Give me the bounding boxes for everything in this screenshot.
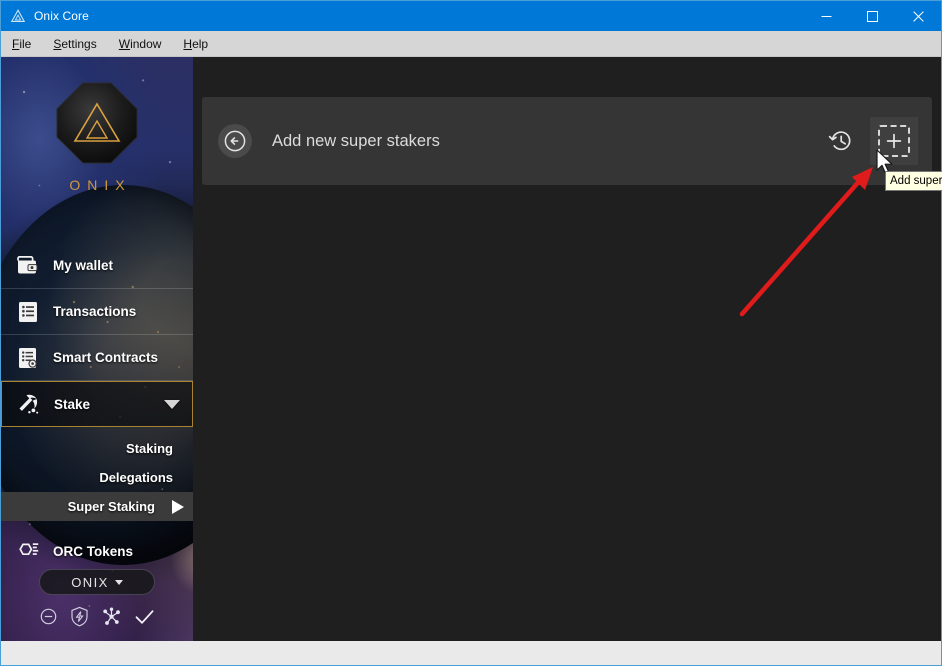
title-bar: Onix Core [1, 1, 941, 31]
synced-check-icon[interactable] [134, 608, 155, 626]
page-title: Add new super stakers [272, 131, 440, 150]
sidebar-subitem-staking[interactable]: Staking [1, 434, 193, 463]
window-title: Onix Core [34, 9, 89, 23]
arrow-right-icon [172, 499, 184, 514]
pickaxe-mining-icon [16, 391, 42, 417]
sidebar-subitem-delegations[interactable]: Delegations [1, 463, 193, 492]
plus-dashed-box-icon [878, 125, 910, 157]
menu-help[interactable]: Help [172, 34, 219, 54]
sidebar-item-label: Smart Contracts [53, 350, 159, 365]
submenu-item-label: Staking [126, 441, 173, 456]
sidebar-item-orc-tokens[interactable]: ORC Tokens [1, 528, 193, 574]
submenu-spacer [1, 521, 193, 528]
sidebar-nav: My wallet Transactions Smart Contracts S… [1, 243, 193, 574]
sidebar-item-transactions[interactable]: Transactions [1, 289, 193, 335]
sidebar: ONIX My wallet Transactions Smart Contra… [1, 57, 193, 641]
sidebar-item-label: Transactions [53, 304, 137, 319]
status-bar [1, 641, 941, 665]
sidebar-item-label: My wallet [53, 258, 114, 273]
sidebar-item-label: Stake [54, 396, 91, 412]
submenu-item-label: Super Staking [67, 499, 155, 514]
sidebar-item-stake[interactable]: Stake [1, 381, 193, 427]
history-clock-icon[interactable] [821, 121, 861, 161]
sidebar-item-label: ORC Tokens [53, 543, 134, 559]
sidebar-item-smart-contracts[interactable]: Smart Contracts [1, 335, 193, 381]
brand-logo: ONIX [1, 77, 193, 193]
window-body: ONIX My wallet Transactions Smart Contra… [1, 57, 941, 641]
sidebar-item-my-wallet[interactable]: My wallet [1, 243, 193, 289]
add-super-staker-button[interactable] [870, 117, 918, 165]
menu-file[interactable]: File [1, 34, 42, 54]
sidebar-subitem-super-staking[interactable]: Super Staking [1, 492, 193, 521]
menu-bar: File Settings Window Help [1, 31, 941, 57]
transactions-list-icon [15, 299, 41, 325]
stake-submenu: Staking Delegations Super Staking [1, 427, 193, 528]
onix-triangle-icon [10, 8, 26, 24]
hexagon-token-icon [15, 538, 41, 564]
chevron-down-icon [164, 400, 180, 409]
main-content: Add new super stakers [193, 57, 941, 641]
menu-window[interactable]: Window [108, 34, 173, 54]
wallet-icon [15, 253, 41, 279]
staking-shield-icon[interactable] [70, 606, 89, 627]
sync-disabled-icon[interactable] [39, 607, 58, 626]
brand-name: ONIX [69, 177, 132, 193]
super-stakers-header-panel: Add new super stakers [202, 97, 932, 185]
status-icon-row [1, 606, 193, 627]
network-connections-icon[interactable] [101, 607, 122, 627]
contract-gear-icon [15, 345, 41, 371]
maximize-button[interactable] [849, 1, 895, 31]
chevron-down-icon [114, 579, 123, 585]
menu-settings[interactable]: Settings [42, 34, 107, 54]
submenu-spacer [1, 427, 193, 434]
onix-octagon-triangle-logo [51, 77, 143, 169]
unit-selector[interactable]: ONIX [39, 569, 155, 595]
unit-selector-label: ONIX [71, 574, 109, 590]
minimize-button[interactable] [803, 1, 849, 31]
application-window: Onix Core File Settings Window Help ONIX… [0, 0, 942, 666]
close-button[interactable] [895, 1, 941, 31]
back-arrow-circle-icon[interactable] [218, 124, 252, 158]
submenu-item-label: Delegations [99, 470, 173, 485]
window-controls [803, 1, 941, 31]
sidebar-footer: ONIX [1, 569, 193, 627]
